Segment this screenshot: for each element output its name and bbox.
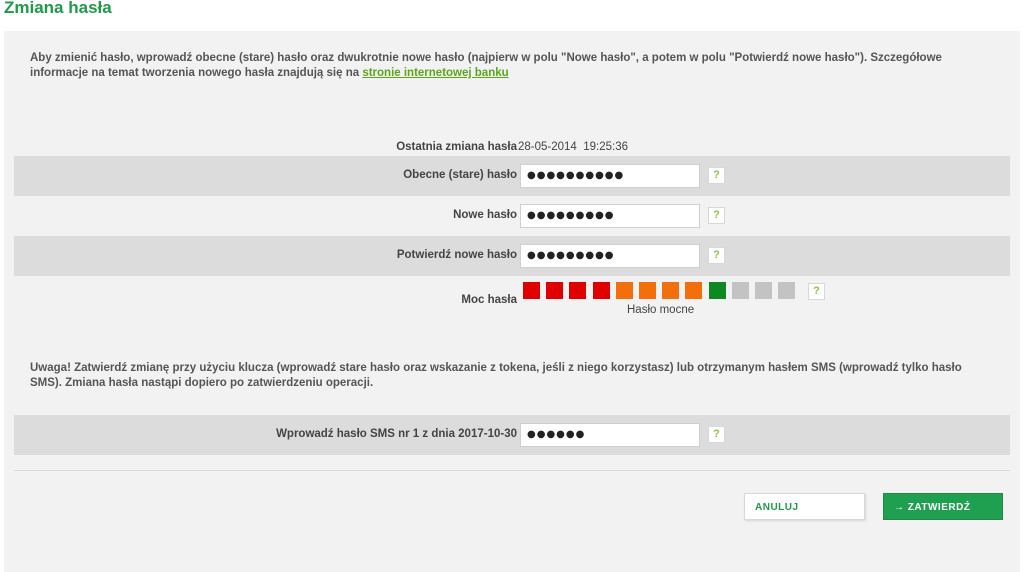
confirm-password-input[interactable]: ●●●●●●●●● <box>520 244 700 268</box>
password-strength-help-icon[interactable]: ? <box>808 283 825 300</box>
strength-bar-segment <box>662 282 680 299</box>
last-change-label: Ostatnia zmiana hasła <box>396 141 517 153</box>
confirm-password-label: Potwierdź nowe hasło <box>396 249 517 261</box>
new-password-input[interactable]: ●●●●●●●●● <box>520 204 700 228</box>
new-password-label: Nowe hasło <box>453 209 517 221</box>
intro-text: Aby zmienić hasło, wprowadź obecne (star… <box>30 51 990 81</box>
sms-password-input[interactable]: ●●●●●● <box>520 423 700 447</box>
strength-bar-segment <box>685 282 703 299</box>
strength-bar-segment <box>778 282 796 299</box>
sms-password-help-icon[interactable]: ? <box>708 426 725 443</box>
password-strength-label: Moc hasła <box>461 294 517 306</box>
last-change-value: 28-05-2014 19:25:36 <box>518 141 628 153</box>
strength-bar-segment <box>639 282 656 299</box>
confirm-password-help-icon[interactable]: ? <box>708 247 725 264</box>
strength-bar-segment <box>546 282 564 299</box>
page-title: Zmiana hasła <box>4 0 112 17</box>
confirm-password-row: Potwierdź nowe hasło ●●●●●●●●● ? <box>14 236 1010 276</box>
confirm-button[interactable]: → ZATWIERDŹ <box>883 493 1003 520</box>
password-change-panel: Aby zmienić hasło, wprowadź obecne (star… <box>4 31 1020 572</box>
old-password-help-icon[interactable]: ? <box>708 167 725 184</box>
new-password-help-icon[interactable]: ? <box>708 207 725 224</box>
old-password-input[interactable]: ●●●●●●●●●● <box>520 164 700 188</box>
strength-bar-segment <box>615 282 633 299</box>
strength-bar-segment <box>708 282 726 299</box>
bank-website-link[interactable]: stronie internetowej banku <box>362 67 508 79</box>
sms-password-label: Wprowadź hasło SMS nr 1 z dnia 2017-10-3… <box>276 428 517 440</box>
cancel-button[interactable]: ANULUJ <box>744 493 865 520</box>
last-change-time: 19:25:36 <box>583 141 628 153</box>
sms-password-row: Wprowadź hasło SMS nr 1 z dnia 2017-10-3… <box>14 415 1010 455</box>
new-password-row: Nowe hasło ●●●●●●●●● ? <box>14 196 1010 236</box>
old-password-row: Obecne (stare) hasło ●●●●●●●●●● ? <box>14 156 1010 196</box>
password-strength-row: Moc hasła ? Hasło mocne <box>14 281 1010 326</box>
strength-bar-segment <box>569 282 587 299</box>
last-change-date: 28-05-2014 <box>518 141 577 153</box>
strength-bar-segment <box>755 282 772 299</box>
divider <box>14 470 1010 471</box>
confirmation-note: Uwaga! Zatwierdź zmianę przy użyciu kluc… <box>30 362 962 389</box>
strength-bar-segment <box>731 282 749 299</box>
old-password-label: Obecne (stare) hasło <box>403 169 517 181</box>
strength-bar-segment <box>523 282 540 299</box>
password-strength-text: Hasło mocne <box>627 304 695 316</box>
strength-bar-segment <box>592 282 610 299</box>
